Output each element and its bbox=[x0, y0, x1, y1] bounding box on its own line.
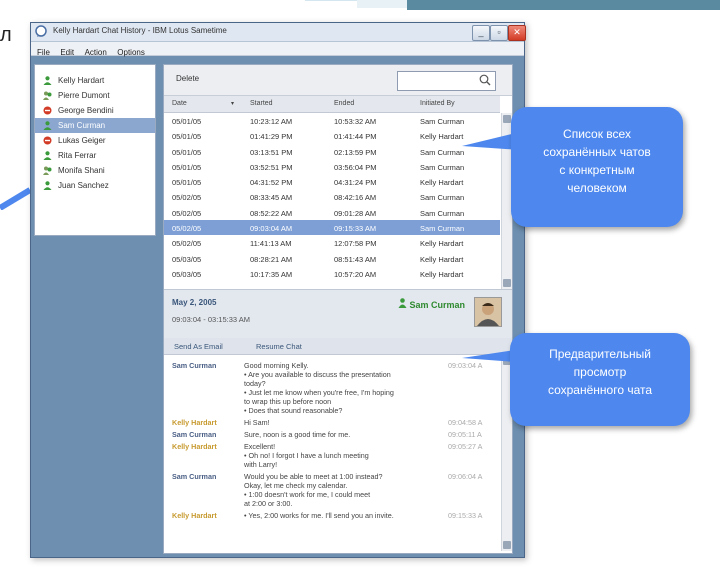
callout-line: сохранённого чата bbox=[547, 383, 653, 397]
callout-line: Предварительный bbox=[549, 347, 651, 361]
callout-chat-list: Список всех сохранённых чатов с конкретн… bbox=[511, 107, 683, 227]
callout-line: сохранённых чатов bbox=[543, 145, 651, 159]
callout-line: просмотр bbox=[573, 365, 627, 379]
callout-line: человеком bbox=[567, 181, 627, 195]
callout-pointers bbox=[462, 132, 520, 362]
callout-line: Список всех bbox=[563, 127, 631, 141]
callout-preview: Предварительный просмотр сохранённого ча… bbox=[510, 333, 690, 426]
callout-line: с конкретным bbox=[559, 163, 635, 177]
callout-pointer-preview bbox=[462, 350, 515, 362]
